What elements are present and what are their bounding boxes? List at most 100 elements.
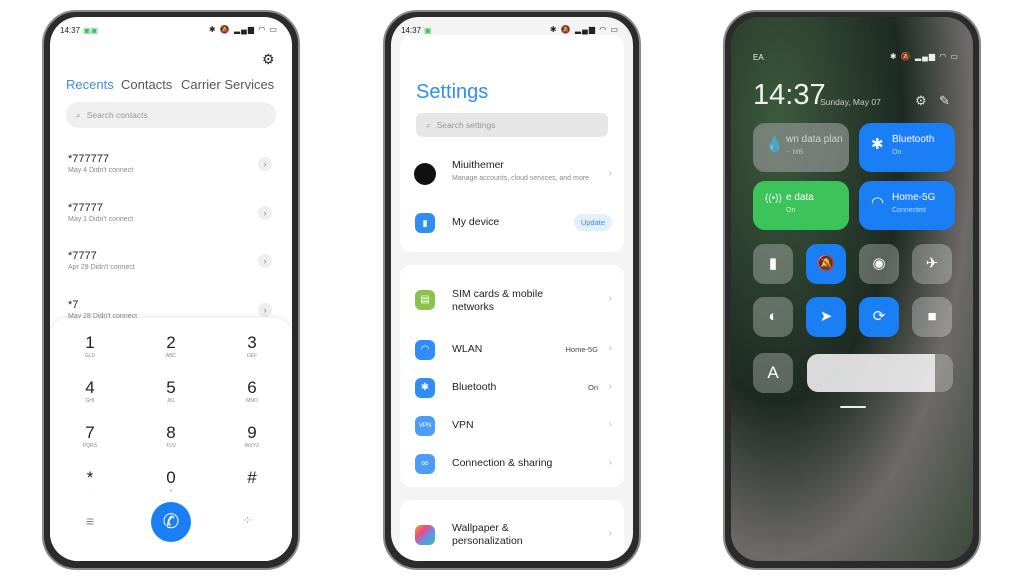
carrier-label: EA (753, 53, 764, 62)
sim-icon: ▤ (415, 290, 435, 310)
chevron-right-icon: › (608, 419, 612, 430)
phone-settings: 14:37 ▣ ✱ 🔕 ▂▄▆ ◠ ▭ Settings ⌕ Search set… (383, 10, 641, 570)
call-button[interactable]: ✆ (151, 502, 191, 542)
control-center-screen: EA ✱ 🔕 ▂▄▆ ◠ ▭ 14:37 Sunday, May 07 ⚙ ✎ … (731, 17, 973, 561)
search-settings-input[interactable]: ⌕ Search settings (416, 113, 608, 137)
dial-key[interactable]: 3 DEF (222, 333, 282, 359)
wlan-tile[interactable]: ◠ Home-5G Connected (859, 181, 955, 230)
dial-key[interactable]: 7 PQRS (60, 423, 120, 449)
my-device-row[interactable]: ▮ My device Update (400, 210, 624, 244)
settings-row[interactable]: VPN VPN › (400, 409, 624, 443)
airplane-icon: ✈ (925, 255, 939, 272)
dial-key[interactable]: 6 MNO (222, 378, 282, 404)
wlan-icon: ◠ (871, 194, 885, 211)
phone-control-center: EA ✱ 🔕 ▂▄▆ ◠ ▭ 14:37 Sunday, May 07 ⚙ ✎ … (723, 10, 981, 570)
settings-row[interactable]: ∞ Connection & sharing › (400, 447, 624, 481)
font-size-button[interactable]: A (753, 353, 793, 393)
rotation-lock-toggle[interactable]: ⟳ (859, 297, 899, 337)
date: Sunday, May 07 (820, 97, 881, 107)
rotation-lock-icon: ⟳ (872, 308, 886, 325)
dial-key[interactable]: 0 + (141, 468, 201, 494)
screenshot-icon: ◉ (872, 255, 886, 272)
chevron-right-icon: › (608, 457, 612, 468)
notification-icons: ▣▣ (83, 26, 99, 35)
silent-icon: 🔕 (816, 255, 836, 272)
account-row[interactable]: Miuithemer Manage accounts, cloud servic… (400, 157, 624, 197)
data-usage-tile[interactable]: 💧 wn data plan -- MB (753, 123, 849, 172)
tab-contacts[interactable]: Contacts (121, 77, 172, 92)
drag-handle[interactable] (840, 406, 866, 408)
dial-key[interactable]: 4 GHI (60, 378, 120, 404)
search-icon: ⌕ (76, 109, 81, 120)
settings-gear-icon[interactable]: ⚙ (915, 93, 927, 109)
bluetooth-icon: ✱ (871, 136, 884, 153)
screen-record-toggle[interactable]: ■ (912, 297, 952, 337)
tab-recents[interactable]: Recents (66, 77, 114, 92)
wallpaper-row[interactable]: Wallpaper & personalization › (400, 518, 624, 552)
settings-row[interactable]: ▤ SIM cards & mobile networks › (400, 283, 624, 317)
screenshot-toggle[interactable]: ◉ (859, 244, 899, 284)
dialpad: 1 GLD 2 ABC 3 DEF 4 GHI 5 JKL 6 MNO 7 PQRS 8 TUV 9 WXYZ * ·… (50, 318, 292, 561)
dial-key[interactable]: # (222, 468, 282, 488)
chevron-right-icon: › (608, 293, 612, 304)
brightness-slider[interactable] (807, 354, 953, 392)
settings-row[interactable]: ◠ WLAN Home-5G › (400, 333, 624, 367)
dial-key[interactable]: 1 GLD (60, 333, 120, 359)
dialer-screen: 14:37 ▣▣ ✱ 🔕 ▂▄▆ ◠ ▭ ⚙ Recents Contacts … (50, 17, 292, 561)
status-time: 14:37 (60, 26, 81, 35)
silent-toggle[interactable]: 🔕 (806, 244, 846, 284)
edit-icon[interactable]: ✎ (939, 93, 950, 109)
search-contacts-input[interactable]: ⌕ Search contacts (66, 102, 276, 128)
avatar (414, 163, 436, 185)
dark-mode-toggle[interactable]: ◐ (753, 297, 793, 337)
dial-key[interactable]: 5 JKL (141, 378, 201, 404)
status-time: 14:37 (401, 26, 422, 35)
dial-key[interactable]: 2 ABC (141, 333, 201, 359)
chevron-right-icon: › (608, 343, 612, 354)
bluetooth-icon: ✱ (415, 378, 435, 398)
vpn-icon: VPN (415, 416, 435, 436)
network-card: ▤ SIM cards & mobile networks › ◠ WLAN H… (400, 265, 624, 487)
menu-icon[interactable]: ≡ (86, 513, 94, 529)
phone-dialer: 14:37 ▣▣ ✱ 🔕 ▂▄▆ ◠ ▭ ⚙ Recents Contacts … (42, 10, 300, 570)
status-icons: ✱ 🔕 ▂▄▆ ◠ ▭ (208, 25, 278, 34)
dial-key[interactable]: 9 WXYZ (222, 423, 282, 449)
chevron-right-icon: › (608, 168, 612, 179)
link-icon: ∞ (415, 454, 435, 474)
chevron-right-icon[interactable]: › (258, 254, 272, 268)
chevron-right-icon[interactable]: › (258, 303, 272, 317)
page-title: Settings (416, 81, 489, 103)
mobile-data-icon: ((•)) (765, 193, 782, 204)
dial-key[interactable]: * · (60, 468, 120, 494)
mobile-data-tile[interactable]: ((•)) e data On (753, 181, 849, 230)
airplane-toggle[interactable]: ✈ (912, 244, 952, 284)
dial-key[interactable]: 8 TUV (141, 423, 201, 449)
settings-gear-icon[interactable]: ⚙ (262, 51, 275, 68)
dark-mode-icon: ◐ (768, 308, 778, 325)
settings-row[interactable]: ✱ Bluetooth On › (400, 371, 624, 405)
settings-screen: 14:37 ▣ ✱ 🔕 ▂▄▆ ◠ ▭ Settings ⌕ Search set… (391, 17, 633, 561)
chevron-right-icon[interactable]: › (258, 206, 272, 220)
notification-icons: ▣ (424, 26, 432, 35)
status-icons: ✱ 🔕 ▂▄▆ ◠ ▭ (889, 52, 959, 61)
brightness-fill (807, 354, 936, 392)
phone-icon: ▮ (415, 213, 435, 233)
tab-carrier-services[interactable]: Carrier Services (181, 77, 274, 92)
clock: 14:37 (753, 79, 826, 111)
flashlight-toggle[interactable]: ▮ (753, 244, 793, 284)
location-toggle[interactable]: ➤ (806, 297, 846, 337)
personal-card: Wallpaper & personalization › (400, 500, 624, 561)
data-usage-icon: 💧 (765, 136, 784, 153)
chevron-right-icon[interactable]: › (258, 157, 272, 171)
update-badge[interactable]: Update (573, 214, 612, 231)
chevron-right-icon: › (608, 381, 612, 392)
flashlight-icon: ▮ (768, 255, 778, 272)
location-icon: ➤ (819, 308, 833, 325)
bluetooth-tile[interactable]: ✱ Bluetooth On (859, 123, 955, 172)
wifi-icon: ◠ (415, 340, 435, 360)
status-icons: ✱ 🔕 ▂▄▆ ◠ ▭ (549, 25, 619, 34)
screen-record-icon: ■ (927, 308, 937, 325)
search-icon: ⌕ (426, 119, 431, 130)
dialpad-toggle-icon[interactable]: ⁘ (243, 514, 252, 527)
chevron-right-icon: › (608, 528, 612, 539)
